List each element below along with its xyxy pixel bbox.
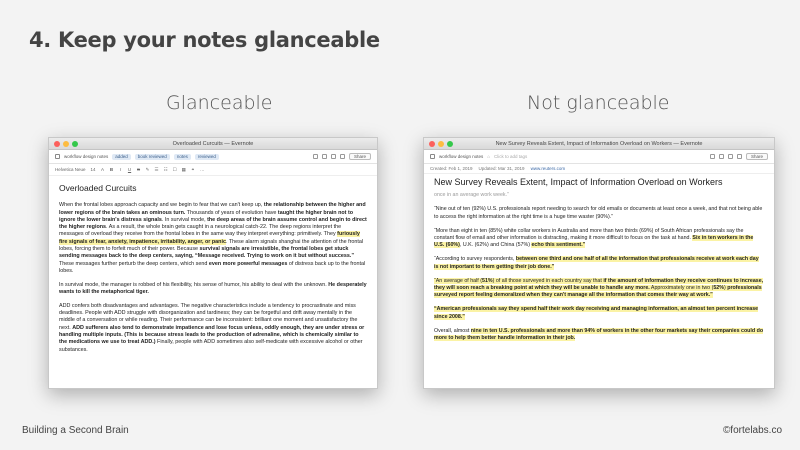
shortcut-icon[interactable] xyxy=(727,154,733,159)
footer-copyright: ©fortelabs.co xyxy=(722,425,782,436)
window-title: Overloaded Curcuits — Evernote xyxy=(172,141,254,147)
note-metadata: Created: Feb 1, 2019 Updated: Mar 31, 20… xyxy=(424,164,774,174)
add-tags-field[interactable]: Click to add tags xyxy=(494,154,527,159)
share-button[interactable]: Share xyxy=(348,153,371,160)
bold-text: even more powerful messages xyxy=(208,260,288,267)
zoom-window-button[interactable] xyxy=(72,141,78,147)
minimize-window-button[interactable] xyxy=(63,141,69,147)
delete-icon[interactable] xyxy=(736,154,742,159)
notebook-icon xyxy=(55,154,60,159)
highlighted-text: 52% xyxy=(713,285,724,292)
note-paragraph: “According to survey respondents, betwee… xyxy=(434,256,764,271)
body-text: These messages further perturb the deep … xyxy=(59,260,209,267)
body-text: , U.K. (62%) and China (57%) xyxy=(459,242,532,249)
glanceable-note-window: Overloaded Curcuits — Evernote workflow … xyxy=(48,137,378,389)
not-glanceable-label: Not glanceable xyxy=(527,92,670,114)
updated-date: Updated: Mar 31, 2019 xyxy=(478,166,525,171)
note-paragraph: ADD confers both disadvantages and advan… xyxy=(59,303,367,354)
highlighted-text: Approximately one in two ( xyxy=(649,285,714,292)
shortcut-icon[interactable] xyxy=(330,154,336,159)
not-glanceable-note-window: New Survey Reveals Extent, Impact of Inf… xyxy=(423,137,775,389)
delete-icon[interactable] xyxy=(339,154,345,159)
reminder-icon[interactable] xyxy=(709,154,715,159)
share-button[interactable]: Share xyxy=(745,153,768,160)
tag-chip[interactable]: book reviewed xyxy=(134,153,170,160)
body-text: “According to survey respondents, xyxy=(434,256,516,263)
info-icon[interactable] xyxy=(321,154,327,159)
reminder-icon[interactable] xyxy=(312,154,318,159)
notebook-selector[interactable]: workflow design notes xyxy=(64,154,108,159)
note-paragraph: “An average of half (51%) of all those s… xyxy=(434,277,764,300)
body-text: “Nine out of ten (92%) U.S. professional… xyxy=(434,206,763,220)
notebook-icon xyxy=(430,154,435,159)
note-title: Overloaded Curcuits xyxy=(59,183,137,193)
note-paragraph: “Nine out of ten (92%) U.S. professional… xyxy=(434,206,764,221)
link-icon[interactable]: ⚭ xyxy=(191,167,195,173)
note-paragraphs: When the frontal lobes approach capacity… xyxy=(59,202,367,354)
highlighted-text: “American professionals say they spend h… xyxy=(434,306,759,320)
note-toolbar: workflow design notes ⌂ Click to add tag… xyxy=(424,150,774,164)
info-icon[interactable] xyxy=(718,154,724,159)
note-paragraph: When the frontal lobes approach capacity… xyxy=(59,202,367,275)
underline-icon[interactable]: U xyxy=(128,167,132,172)
zoom-window-button[interactable] xyxy=(447,141,453,147)
note-paragraphs: “Nine out of ten (92%) U.S. professional… xyxy=(434,206,764,342)
bullet-list-icon[interactable]: ☰ xyxy=(155,167,159,173)
source-url-link[interactable]: www.reuters.com xyxy=(531,166,566,171)
bold-icon[interactable]: B xyxy=(110,167,114,172)
note-body[interactable]: Overloaded Curcuits When the frontal lob… xyxy=(49,176,377,366)
font-size-selector[interactable]: 14 xyxy=(91,167,96,172)
highlighted-text: nine in ten U.S. professionals and more … xyxy=(434,327,764,342)
body-text: In survival mode, the manager is robbed … xyxy=(59,281,329,288)
highlighted-text: 51% xyxy=(482,277,493,284)
footer-course-name: Building a Second Brain xyxy=(22,425,129,436)
note-paragraph: In survival mode, the manager is robbed … xyxy=(59,282,367,297)
format-toolbar: Helvetica Neue 14 A B I U S ✎ ☰ ☷ ☐ ▦ ⚭ … xyxy=(49,164,377,176)
notebook-selector[interactable]: workflow design notes xyxy=(439,154,483,159)
note-title: New Survey Reveals Extent, Impact of Inf… xyxy=(434,177,723,187)
window-titlebar: New Survey Reveals Extent, Impact of Inf… xyxy=(424,138,774,150)
highlighted-text: “An average of half ( xyxy=(434,277,482,284)
note-paragraph: “American professionals say they spend h… xyxy=(434,306,764,321)
highlighted-text: ) of all those surveyed in each country … xyxy=(492,277,604,284)
close-window-button[interactable] xyxy=(429,141,435,147)
note-toolbar: workflow design notes added book reviewe… xyxy=(49,150,377,164)
minimize-window-button[interactable] xyxy=(438,141,444,147)
table-icon[interactable]: ▦ xyxy=(182,167,186,173)
more-icon[interactable]: … xyxy=(200,167,205,172)
numbered-list-icon[interactable]: ☷ xyxy=(164,167,168,173)
slide-title: 4. Keep your notes glanceable xyxy=(29,28,380,52)
note-fragment: once in an average work week.” xyxy=(434,192,509,199)
text-color-icon[interactable]: A xyxy=(101,167,105,172)
body-text: When the frontal lobes approach capacity… xyxy=(59,202,264,209)
close-window-button[interactable] xyxy=(54,141,60,147)
note-paragraph: “More than eight in ten (85%) white coll… xyxy=(434,228,764,250)
note-paragraph: Overall, almost nine in ten U.S. profess… xyxy=(434,327,764,343)
tag-icon: ⌂ xyxy=(487,154,490,159)
strikethrough-icon[interactable]: S xyxy=(137,167,141,172)
note-body[interactable]: New Survey Reveals Extent, Impact of Inf… xyxy=(424,174,774,351)
window-title: New Survey Reveals Extent, Impact of Inf… xyxy=(495,141,703,147)
tag-chip[interactable]: notes xyxy=(173,153,191,160)
checkbox-icon[interactable]: ☐ xyxy=(173,167,177,173)
tag-chip[interactable]: added xyxy=(112,153,131,160)
created-date: Created: Feb 1, 2019 xyxy=(430,166,473,171)
window-titlebar: Overloaded Curcuits — Evernote xyxy=(49,138,377,150)
highlight-icon[interactable]: ✎ xyxy=(146,167,150,173)
body-text: . In survival mode, xyxy=(161,216,208,223)
font-selector[interactable]: Helvetica Neue xyxy=(55,167,86,172)
body-text: Thousands of years of evolution have xyxy=(185,209,278,216)
tag-chip[interactable]: reviewed xyxy=(194,153,219,160)
highlighted-text: echo this sentiment.” xyxy=(531,242,586,249)
glanceable-label: Glanceable xyxy=(166,92,273,114)
italic-icon[interactable]: I xyxy=(119,167,123,172)
body-text: Overall, almost xyxy=(434,327,471,334)
